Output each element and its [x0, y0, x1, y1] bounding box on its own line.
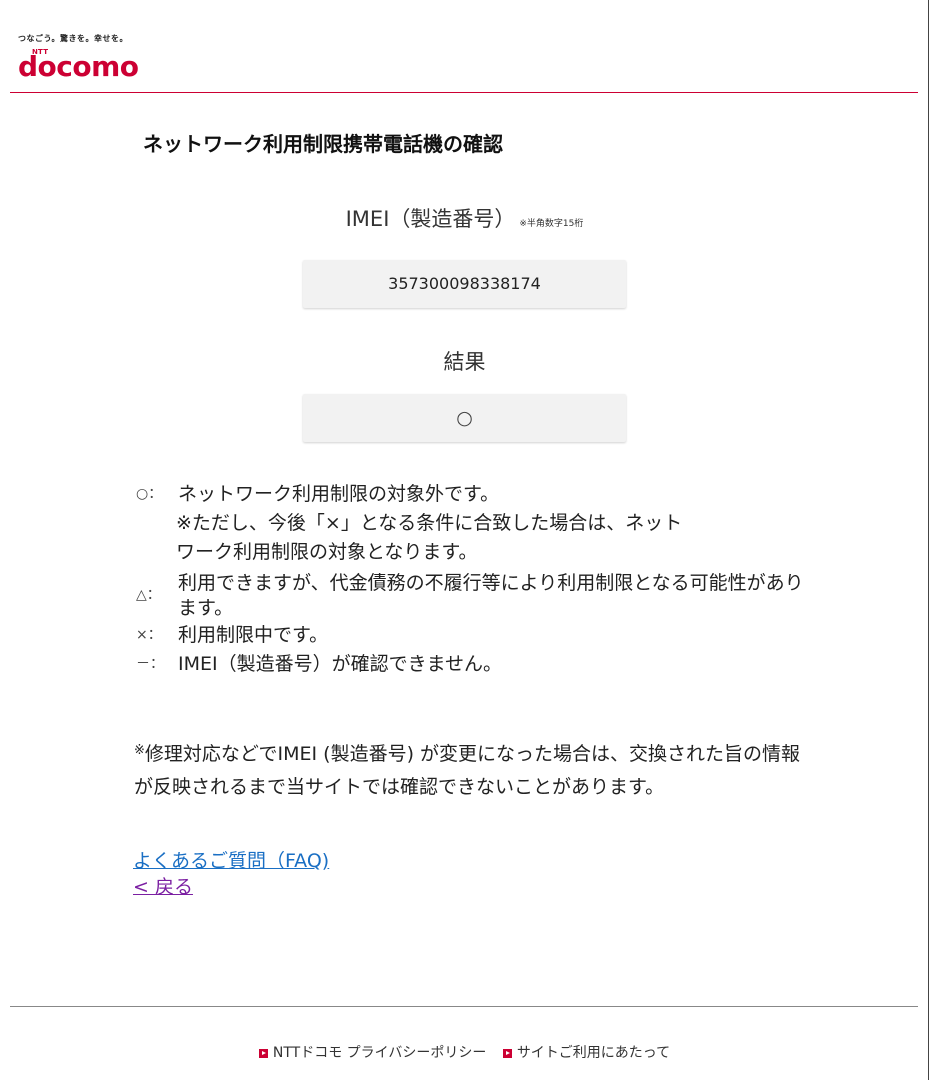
docomo-logo[interactable]: NTT docomo — [18, 48, 139, 81]
legend-item-unknown: －： IMEI（製造番号）が確認できません。 — [136, 650, 816, 679]
imei-change-note: ※修理対応などでIMEI (製造番号) が変更になった場合は、交換された旨の情報… — [134, 738, 814, 804]
footer-divider — [10, 1006, 918, 1007]
circle-symbol: ○： — [136, 486, 163, 502]
site-footer: NTTドコモ プライバシーポリシー サイトご利用にあたって — [0, 1042, 929, 1062]
imei-label: IMEI（製造番号） ※半角数字15桁 — [0, 203, 929, 233]
imei-format-note: ※半角数字15桁 — [519, 219, 584, 229]
dash-symbol: －： — [136, 656, 164, 672]
triangle-symbol: △： — [136, 587, 161, 603]
arrow-right-icon — [258, 1049, 268, 1058]
note-text: 修理対応などでIMEI (製造番号) が変更になった場合は、交換された旨の情報が… — [134, 743, 801, 798]
cross-symbol: ×： — [136, 627, 162, 643]
page-title: ネットワーク利用制限携帯電話機の確認 — [143, 132, 503, 156]
imei-label-text: IMEI（製造番号） — [345, 207, 516, 231]
legend-item-ok: ○： ネットワーク利用制限の対象外です。 — [136, 480, 816, 509]
back-link[interactable]: < 戻る — [133, 874, 329, 900]
arrow-right-icon — [502, 1049, 512, 1058]
brand-tagline: つなごう。驚きを。幸せを。 — [18, 34, 129, 43]
header-divider — [10, 92, 918, 93]
imei-value-field: 357300098338174 — [303, 260, 626, 308]
site-terms-link[interactable]: サイトご利用にあたって — [502, 1042, 671, 1062]
page: つなごう。驚きを。幸せを。 NTT docomo ネットワーク利用制限携帯電話機… — [0, 0, 929, 1080]
note-mark: ※ — [134, 743, 145, 758]
legend-ok-text: ネットワーク利用制限の対象外です。 — [178, 483, 500, 505]
result-value-field: ○ — [303, 394, 626, 442]
site-header: つなごう。驚きを。幸せを。 NTT docomo — [18, 34, 139, 81]
legend-caution-text: 利用できますが、代金債務の不履行等により利用制限となる可能性があります。 — [178, 572, 804, 619]
page-links: よくあるご質問（FAQ) < 戻る — [133, 848, 329, 900]
legend-item-caution: △： 利用できますが、代金債務の不履行等により利用制限となる可能性があります。 — [136, 569, 816, 621]
faq-link[interactable]: よくあるご質問（FAQ) — [133, 848, 329, 874]
result-legend: ○： ネットワーク利用制限の対象外です。 ※ただし、今後「×」となる条件に合致し… — [136, 480, 816, 679]
logo-wordmark: docomo — [18, 50, 139, 83]
privacy-policy-label: NTTドコモ プライバシーポリシー — [272, 1045, 487, 1061]
legend-item-ng: ×： 利用制限中です。 — [136, 621, 816, 650]
privacy-policy-link[interactable]: NTTドコモ プライバシーポリシー — [258, 1042, 487, 1062]
legend-unknown-text: IMEI（製造番号）が確認できません。 — [178, 653, 503, 675]
legend-ok-note-line2: ワーク利用制限の対象となります。 — [176, 541, 478, 563]
site-terms-label: サイトご利用にあたって — [516, 1045, 671, 1061]
legend-ng-text: 利用制限中です。 — [178, 624, 329, 646]
legend-ok-note-line1: ※ただし、今後「×」となる条件に合致した場合は、ネット — [176, 512, 683, 534]
result-label: 結果 — [443, 350, 486, 374]
